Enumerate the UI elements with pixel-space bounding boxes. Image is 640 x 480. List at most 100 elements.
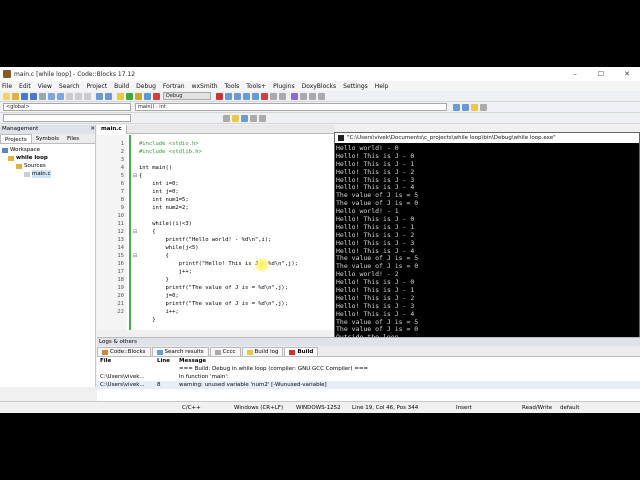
code-line[interactable]: } [139, 276, 335, 284]
tab-files[interactable]: Files [63, 134, 83, 143]
fold-margin[interactable]: ⊟ ⊟ ⊟ [129, 135, 139, 330]
fold-toggle-icon[interactable]: ⊟ [131, 252, 139, 260]
open-folder-icon[interactable] [12, 92, 19, 100]
code-line[interactable]: } [139, 316, 335, 324]
code-editor[interactable]: main.c 1 2 3 4 5 6 7 8 9 10 11 12 13 14 15 16 17 18 19 20 21… [97, 125, 335, 330]
print-icon[interactable] [39, 92, 46, 100]
toggle-comment-icon[interactable] [480, 103, 487, 111]
menu-tools-plus[interactable]: Tools+ [246, 83, 266, 90]
abort-icon[interactable] [153, 92, 160, 100]
code-line[interactable]: int num2=2; [139, 204, 335, 212]
tab-projects[interactable]: Projects [0, 134, 32, 143]
code-text[interactable]: #include <stdio.h> #include <stdlib.h> int… [139, 135, 335, 330]
code-line[interactable]: int j=0; [139, 188, 335, 196]
code-line[interactable]: printf("The value of J is = %d\n",j); [139, 284, 335, 292]
tool-icon[interactable] [318, 92, 325, 100]
step-out-icon[interactable] [252, 92, 259, 100]
table-row[interactable]: === Build: Debug in while loop (compiler… [97, 365, 640, 373]
scope-select[interactable]: <global> [3, 103, 131, 111]
whole-word-icon[interactable] [259, 114, 266, 122]
menu-build[interactable]: Build [114, 83, 129, 90]
code-line[interactable]: { [139, 228, 335, 236]
debug-info-icon[interactable] [279, 92, 286, 100]
code-line[interactable]: printf("Hello! This is J - %d\n",j); [139, 260, 335, 268]
search-input[interactable] [3, 114, 131, 122]
run-icon[interactable] [126, 92, 133, 100]
debug-windows-icon[interactable] [270, 92, 277, 100]
code-area[interactable]: 1 2 3 4 5 6 7 8 9 10 11 12 13 14 15 16 17 18 19 20 21 22 ⊟ ⊟ ⊟ … [97, 135, 335, 330]
run-to-cursor-icon[interactable] [225, 92, 232, 100]
find-next-icon[interactable] [223, 114, 230, 122]
match-case-icon[interactable] [250, 114, 257, 122]
stop-debugger-icon[interactable] [261, 92, 268, 100]
tab-build-messages[interactable]: Build [284, 347, 319, 356]
menu-tools[interactable]: Tools [225, 83, 240, 90]
code-line[interactable]: j=0; [139, 292, 335, 300]
table-row[interactable]: C:\Users\vivek... In function 'main': [97, 373, 640, 381]
fold-toggle-icon[interactable]: ⊟ [131, 172, 139, 180]
regex-icon[interactable] [241, 114, 248, 122]
menu-settings[interactable]: Settings [343, 83, 368, 90]
cut-icon[interactable] [66, 92, 73, 100]
tab-cccc[interactable]: Cccc [209, 347, 241, 356]
bookmark-icon[interactable] [471, 103, 478, 111]
plugin-icon[interactable] [291, 92, 298, 100]
code-line[interactable]: printf("Hello world! - %d\n",i); [139, 236, 335, 244]
rebuild-icon[interactable] [144, 92, 151, 100]
tab-build-log[interactable]: Build log [241, 347, 284, 356]
code-line[interactable]: while((i)<3) [139, 220, 335, 228]
tree-file-main-c[interactable]: main.c [2, 170, 93, 178]
tool-icon[interactable] [300, 92, 307, 100]
jump-back-icon[interactable] [453, 103, 460, 111]
jump-forward-icon[interactable] [462, 103, 469, 111]
code-line[interactable]: int num1=5; [139, 196, 335, 204]
code-line[interactable]: i++; [139, 308, 335, 316]
code-line[interactable]: printf("The value of J is = %d\n",j); [139, 300, 335, 308]
code-line[interactable]: int i=0; [139, 180, 335, 188]
code-line[interactable]: #include <stdio.h> [139, 140, 335, 148]
code-line[interactable]: j++; [139, 268, 335, 276]
code-line[interactable] [139, 156, 335, 164]
menu-search[interactable]: Search [59, 83, 80, 90]
tree-project-while-loop[interactable]: while loop [2, 154, 93, 162]
code-line[interactable]: { [139, 252, 335, 260]
minimize-button[interactable]: – [562, 67, 588, 81]
code-line[interactable] [139, 212, 335, 220]
menu-plugins[interactable]: Plugins [273, 83, 295, 90]
code-line[interactable]: while(j<5) [139, 244, 335, 252]
save-icon[interactable] [21, 92, 28, 100]
maximize-button[interactable]: ☐ [588, 67, 614, 81]
tool-icon[interactable] [309, 92, 316, 100]
copy-icon[interactable] [75, 92, 82, 100]
close-button[interactable]: ✕ [614, 67, 640, 81]
tab-codeblocks-log[interactable]: Code::Blocks [97, 347, 151, 356]
build-target-select[interactable]: Debug [163, 92, 211, 100]
menu-doxyblocks[interactable]: DoxyBlocks [302, 83, 337, 90]
fold-toggle-icon[interactable]: ⊟ [131, 228, 139, 236]
next-line-icon[interactable] [234, 92, 241, 100]
redo-icon[interactable] [57, 92, 64, 100]
highlight-icon[interactable] [232, 114, 239, 122]
paste-icon[interactable] [84, 92, 91, 100]
tab-search-results[interactable]: Search results [151, 347, 209, 356]
tree-workspace[interactable]: Workspace [2, 146, 93, 154]
code-line[interactable]: int main() [139, 164, 335, 172]
code-line[interactable]: { [139, 172, 335, 180]
menu-debug[interactable]: Debug [136, 83, 156, 90]
tree-folder-sources[interactable]: Sources [2, 162, 93, 170]
menu-fortran[interactable]: Fortran [163, 83, 185, 90]
save-all-icon[interactable] [30, 92, 37, 100]
build-and-run-icon[interactable] [135, 92, 142, 100]
menu-edit[interactable]: Edit [19, 83, 31, 90]
build-icon[interactable] [117, 92, 124, 100]
menu-help[interactable]: Help [375, 83, 389, 90]
new-file-icon[interactable] [3, 92, 10, 100]
undo-icon[interactable] [48, 92, 55, 100]
debug-continue-icon[interactable] [216, 92, 223, 100]
function-select[interactable]: main() : int [135, 103, 447, 111]
menu-project[interactable]: Project [87, 83, 108, 90]
tab-symbols[interactable]: Symbols [32, 134, 63, 143]
tab-main-c[interactable]: main.c [97, 125, 127, 134]
find-icon[interactable] [96, 92, 103, 100]
replace-icon[interactable] [105, 92, 112, 100]
